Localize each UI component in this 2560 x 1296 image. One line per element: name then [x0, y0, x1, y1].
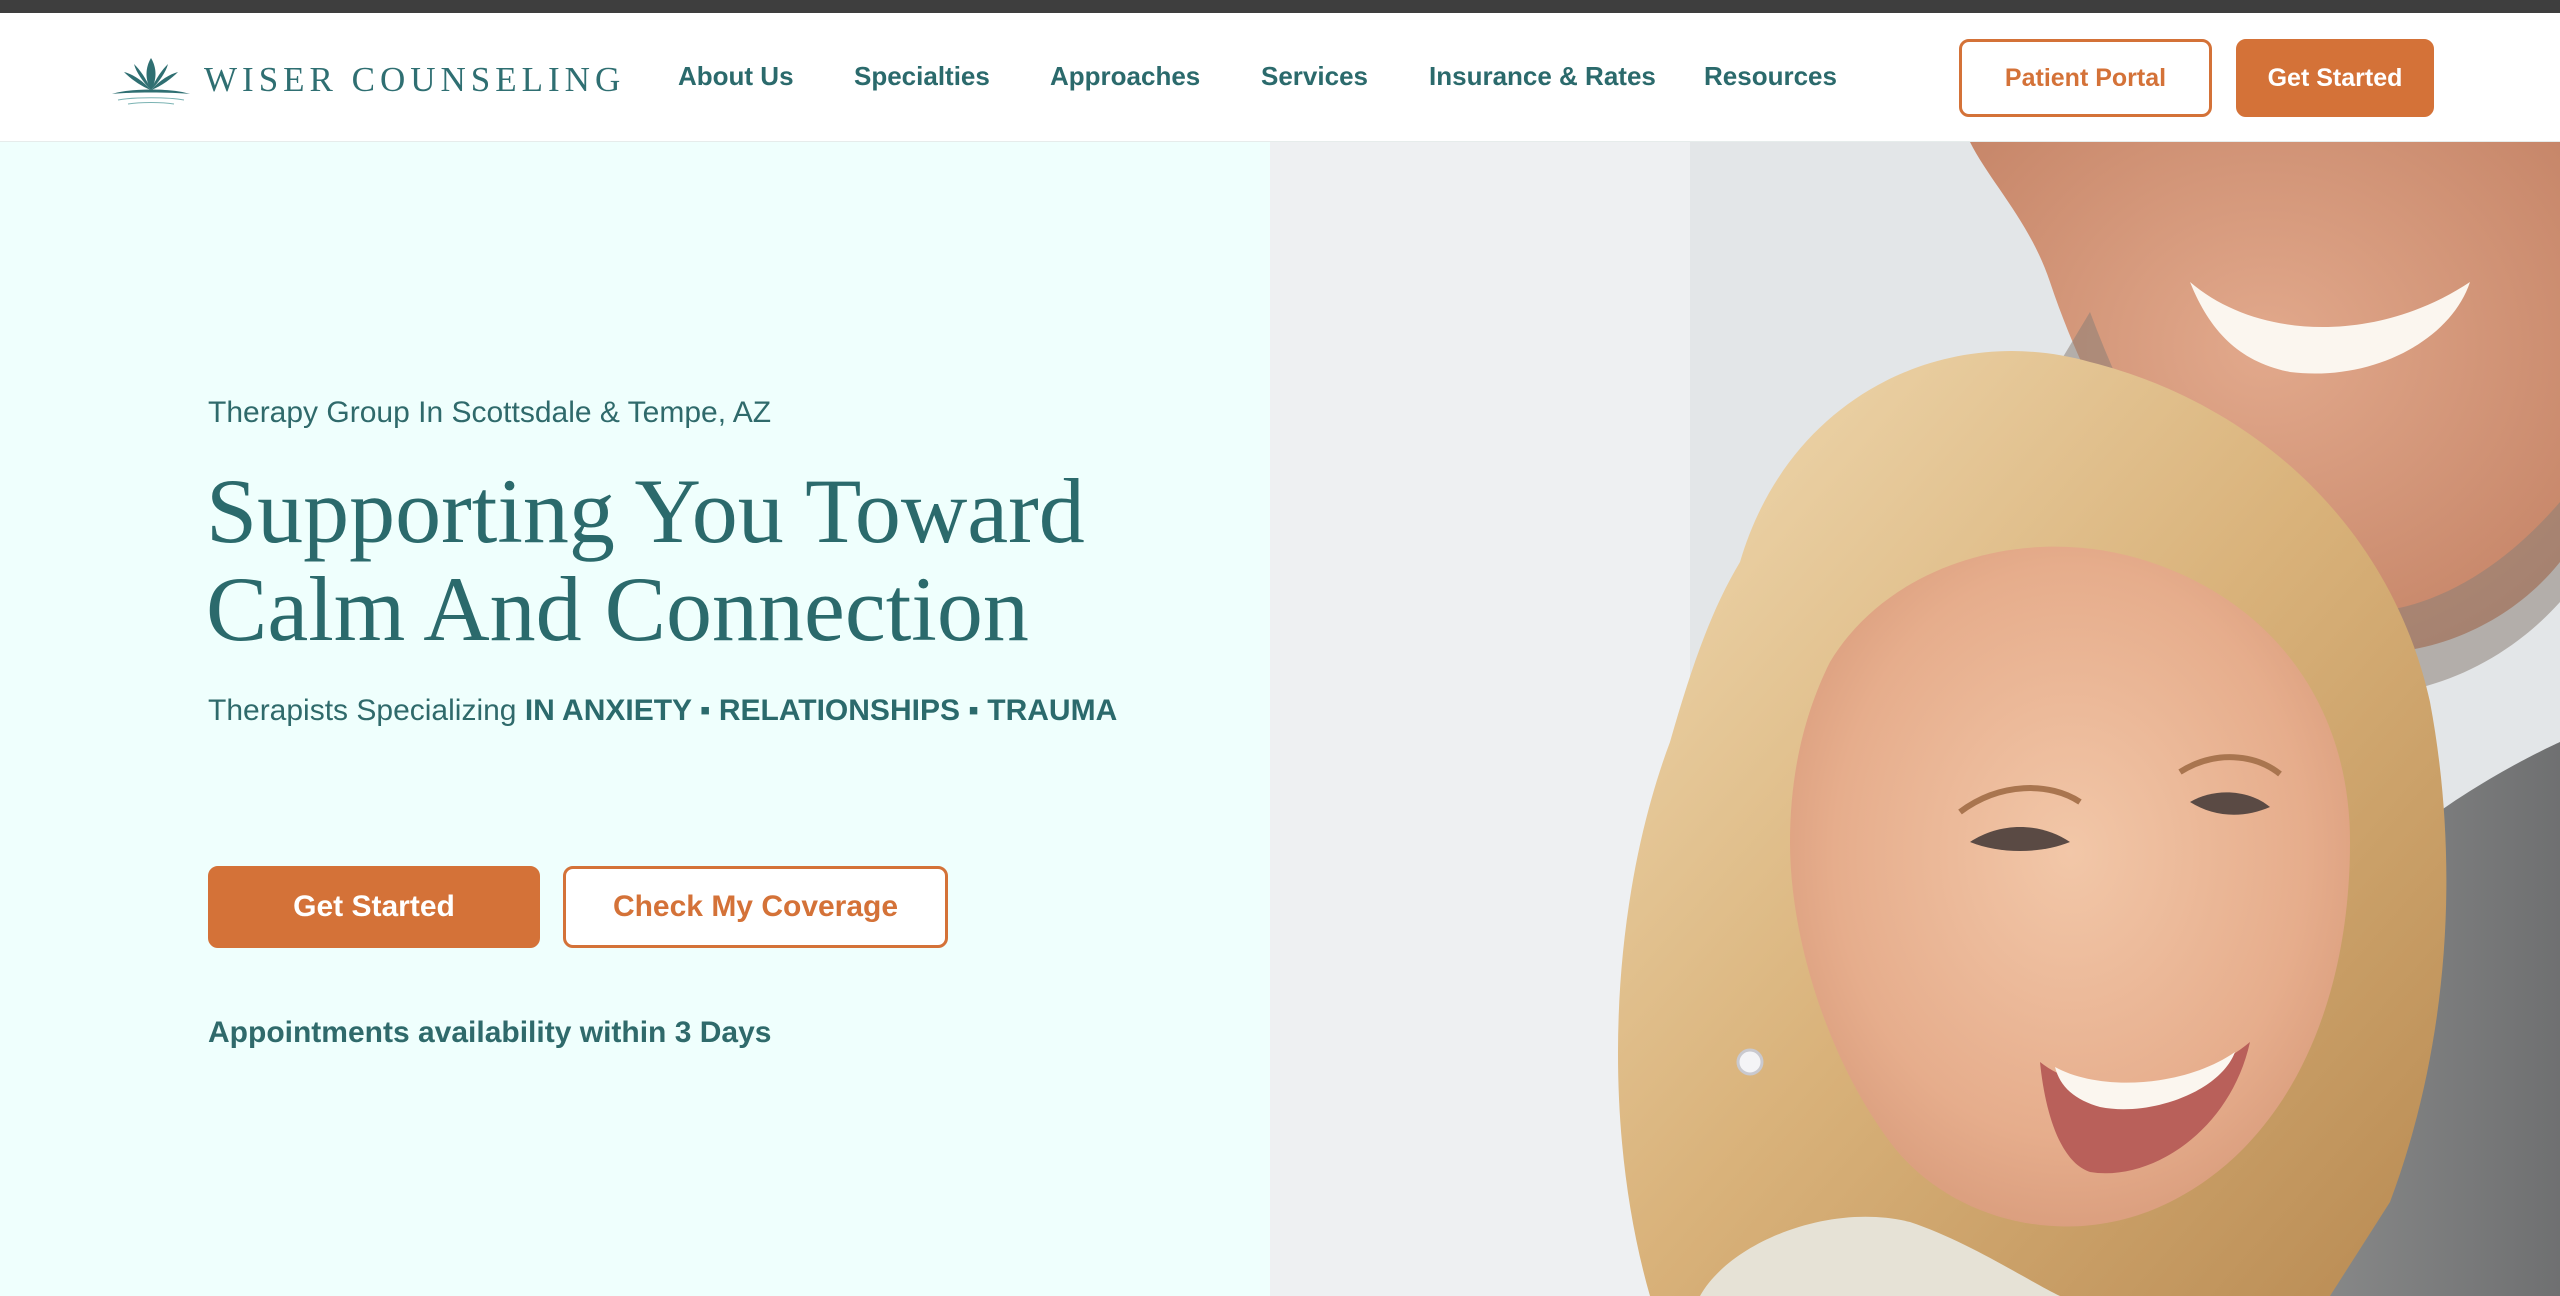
nav-about-us[interactable]: About Us	[678, 61, 794, 92]
hero-specialties-line: Therapists Specializing IN ANXIETY ▪ REL…	[208, 694, 1117, 728]
headline-line-2: Calm And Connection	[206, 558, 1029, 660]
hero-eyebrow: Therapy Group In Scottsdale & Tempe, AZ	[208, 396, 772, 429]
browser-top-bar	[0, 0, 2560, 13]
specialties-list: IN ANXIETY ▪ RELATIONSHIPS ▪ TRAUMA	[524, 694, 1118, 727]
hero-photo	[1270, 142, 2560, 1296]
smiling-couple-photo	[1270, 142, 2560, 1296]
specialties-prefix: Therapists Specializing	[208, 694, 517, 727]
hero-get-started-button[interactable]: Get Started	[208, 866, 540, 948]
main-nav: About Us Specialties Approaches Services…	[0, 13, 1900, 141]
hero-headline: Supporting You Toward Calm And Connectio…	[206, 462, 1246, 658]
nav-specialties[interactable]: Specialties	[854, 61, 990, 92]
patient-portal-button[interactable]: Patient Portal	[1959, 39, 2212, 117]
site-header: WISER COUNSELING About Us Specialties Ap…	[0, 13, 2560, 142]
header-get-started-button[interactable]: Get Started	[2236, 39, 2434, 117]
headline-line-1: Supporting You Toward	[206, 460, 1085, 562]
availability-note: Appointments availability within 3 Days	[208, 1016, 772, 1049]
nav-services[interactable]: Services	[1261, 61, 1368, 92]
nav-insurance-rates[interactable]: Insurance & Rates	[1429, 61, 1656, 92]
nav-resources[interactable]: Resources	[1704, 61, 1837, 92]
check-coverage-button[interactable]: Check My Coverage	[563, 866, 948, 948]
nav-approaches[interactable]: Approaches	[1050, 61, 1200, 92]
